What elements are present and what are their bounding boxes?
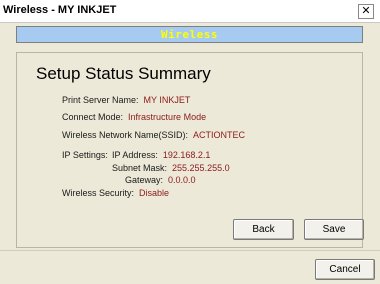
title-bar: Wireless - MY INKJET ✕	[0, 0, 380, 23]
ssid-row: Wireless Network Name(SSID): ACTIONTEC	[62, 130, 245, 140]
print-server-name-value: MY INKJET	[143, 95, 191, 105]
gateway-row: Gateway: 0.0.0.0	[125, 175, 196, 185]
connect-mode-row: Connect Mode: Infrastructure Mode	[62, 112, 206, 122]
ip-settings-label: IP Settings:	[62, 150, 108, 160]
cancel-button[interactable]: Cancel	[315, 259, 375, 280]
ip-address-label: IP Address:	[112, 150, 158, 160]
print-server-name-label: Print Server Name:	[62, 95, 139, 105]
ip-address-row: IP Address: 192.168.2.1	[112, 150, 210, 160]
footer-divider	[0, 250, 380, 251]
save-button[interactable]: Save	[304, 219, 364, 240]
wireless-banner: Wireless	[16, 26, 363, 43]
print-server-name-row: Print Server Name: MY INKJET	[62, 95, 190, 105]
ssid-value: ACTIONTEC	[193, 130, 246, 140]
window-title: Wireless - MY INKJET	[3, 4, 117, 16]
gateway-value: 0.0.0.0	[168, 175, 196, 185]
connect-mode-label: Connect Mode:	[62, 112, 124, 122]
banner-title: Wireless	[161, 28, 218, 41]
connect-mode-value: Infrastructure Mode	[128, 112, 207, 122]
back-button[interactable]: Back	[233, 219, 294, 240]
close-icon[interactable]: ✕	[358, 4, 374, 19]
ip-address-value: 192.168.2.1	[162, 150, 211, 160]
page-title: Setup Status Summary	[36, 64, 211, 83]
wireless-security-value: Disable	[139, 188, 170, 198]
gateway-label: Gateway:	[125, 175, 164, 185]
wireless-security-row: Wireless Security: Disable	[62, 188, 169, 198]
wireless-security-label: Wireless Security:	[62, 188, 135, 198]
subnet-mask-value: 255.255.255.0	[172, 163, 230, 173]
subnet-mask-label: Subnet Mask:	[112, 163, 168, 173]
subnet-mask-row: Subnet Mask: 255.255.255.0	[112, 163, 230, 173]
ssid-label: Wireless Network Name(SSID):	[62, 130, 189, 140]
